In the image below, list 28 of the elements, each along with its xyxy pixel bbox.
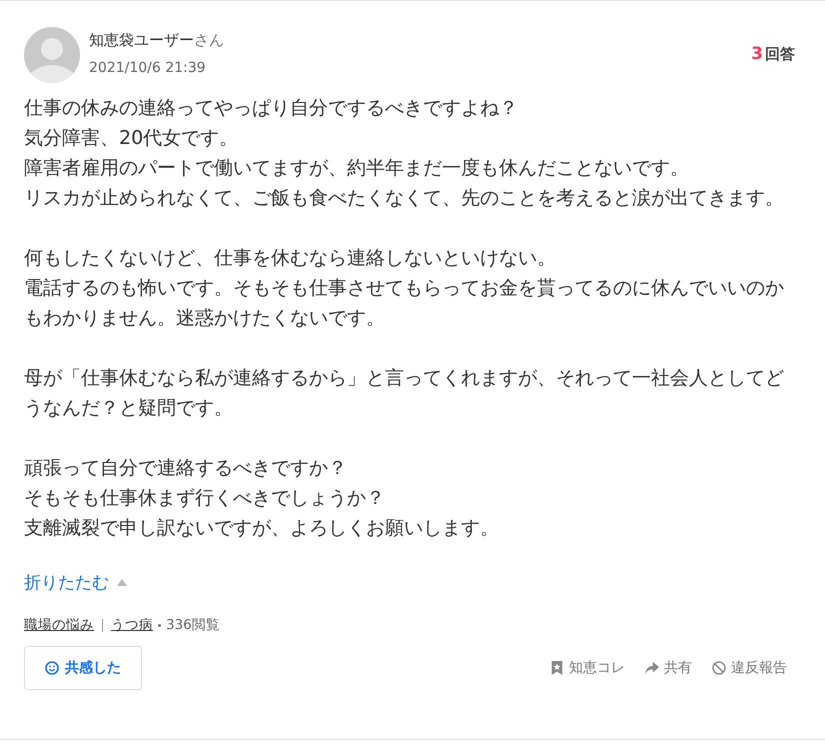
answer-label: 回答 [765, 45, 795, 64]
question-text: 障害者雇用のパートで働いてますが、約半年まだ一度も休んだことないです。 [24, 156, 690, 181]
caret-icon [117, 579, 127, 586]
question-text: 仕事の休みの連絡ってやっぱり自分でするべきですよね？ [24, 96, 519, 121]
question-text: 母が「仕事休むなら私が連絡するから」と言ってくれますが、それって一社会人としてどうなんだ？と疑問です。 [24, 366, 785, 421]
question-text: リスカが止められなくて、ご飯も食べたくなくて、先のことを考えると涙が出てきます。 [24, 186, 785, 211]
action-link[interactable]: 違反報告 [712, 659, 787, 677]
honorific: さん [194, 31, 224, 49]
category-link[interactable]: 職場の悩み [24, 616, 94, 634]
smiley-icon [45, 661, 59, 675]
action-link[interactable]: 共有 [645, 659, 692, 677]
question-text: 電話するのも怖いです。そもそも仕事させてもらってお金を貰ってるのに休んでいいのかもわかりません。迷惑かけたくないです。 [24, 276, 785, 331]
question-text: 支離滅裂で申し訳ないですが、よろしくお願いします。 [24, 516, 500, 541]
answer-count: 3 [751, 44, 763, 64]
share-icon [645, 661, 659, 675]
question-text: 頑張って自分で連絡するべきですか？ [24, 456, 348, 481]
collapse-link[interactable]: 折りたたむ [24, 571, 127, 594]
empathy-button[interactable]: 共感した [24, 646, 142, 690]
question-text: 何もしたくないけど、仕事を休むなら連絡しないといけない。 [24, 246, 557, 271]
prohibited-icon [712, 661, 726, 675]
question-text: そもそも仕事休まず行くべきでしょうか？ [24, 486, 386, 511]
bookmark-icon [550, 661, 564, 675]
category-link[interactable]: うつ病 [111, 616, 153, 634]
view-count: 336閲覧 [166, 616, 220, 634]
question-text: 気分障害、20代女です。 [24, 126, 240, 151]
action-link[interactable]: 知恵コレ [550, 659, 625, 677]
user-name: 知恵袋ユーザー [89, 31, 194, 49]
post-date: 2021/10/6 21:39 [89, 60, 207, 76]
